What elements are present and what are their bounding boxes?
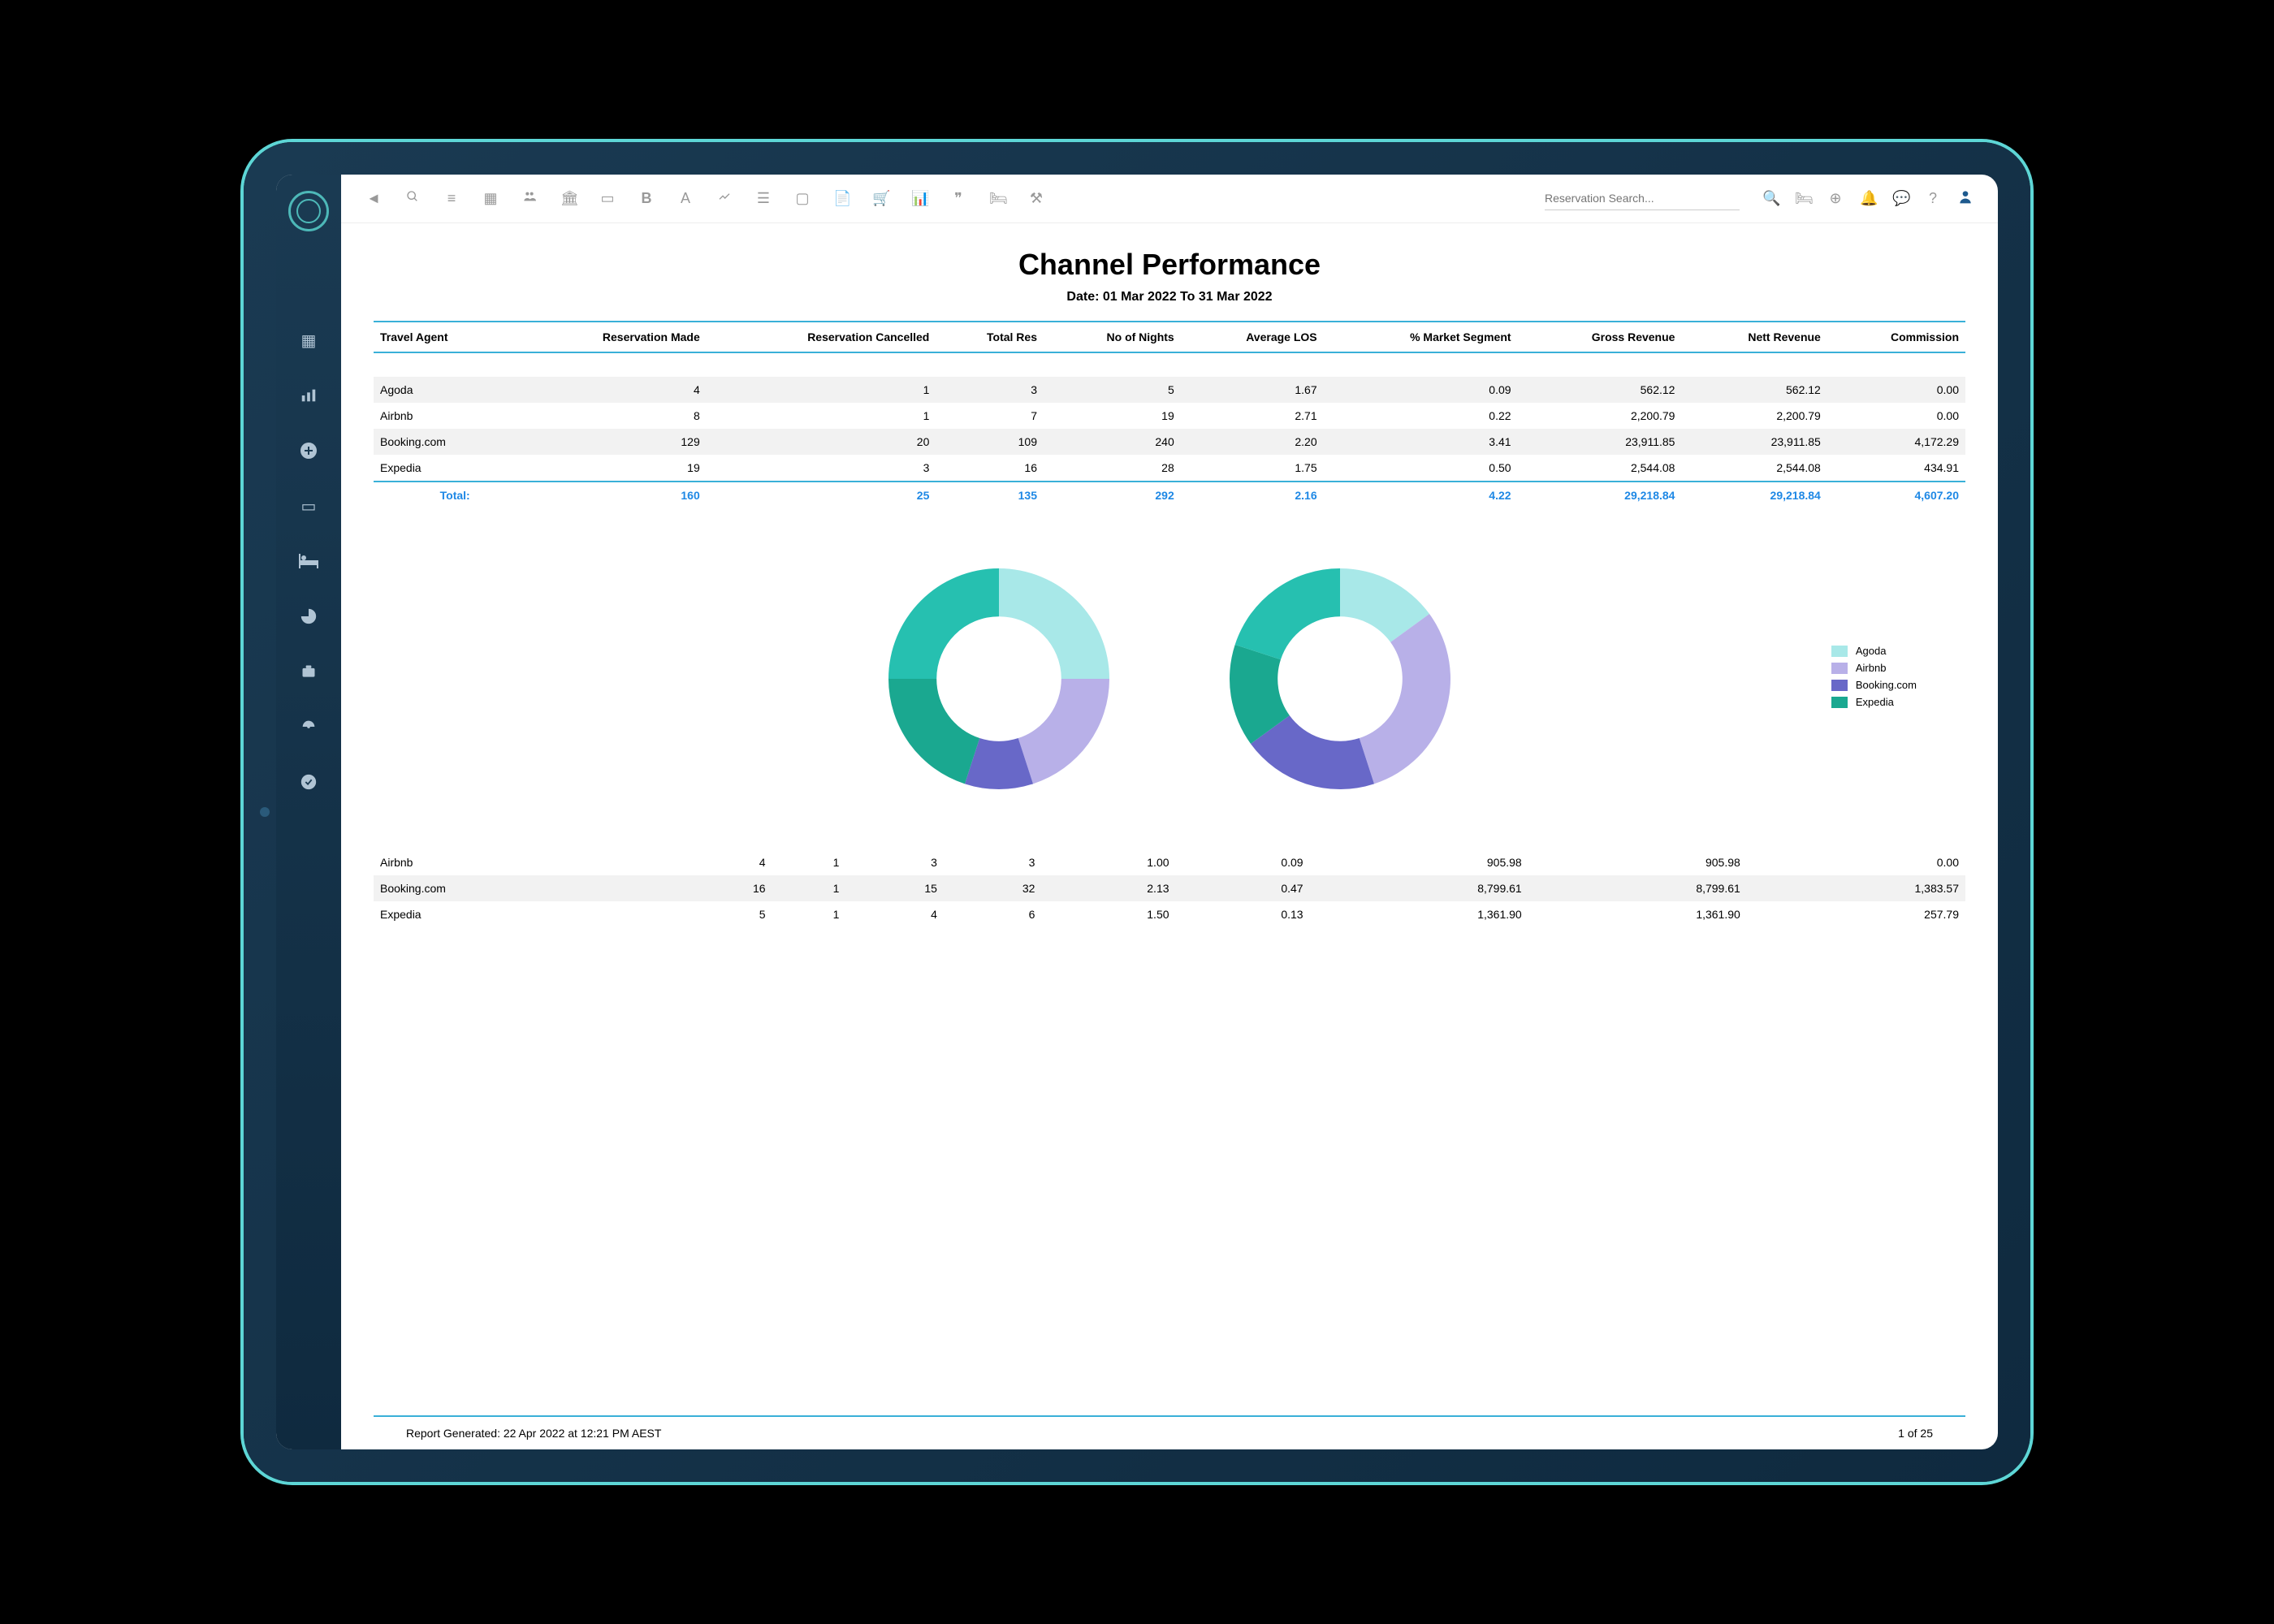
bed-toolbar-icon[interactable]: 🛏 [989, 190, 1005, 207]
th-made: Reservation Made [519, 322, 707, 352]
th-pct: % Market Segment [1324, 322, 1518, 352]
chat-icon[interactable]: 💬 [1892, 190, 1909, 207]
bold-icon[interactable]: B [638, 190, 655, 207]
table-row: Expedia51461.500.131,361.901,361.90257.7… [374, 901, 1965, 927]
people-icon[interactable] [521, 190, 538, 207]
list-icon[interactable]: ≡ [443, 190, 460, 207]
quote-icon[interactable]: ❞ [950, 190, 966, 207]
back-icon[interactable]: ◄ [365, 190, 382, 207]
bell-icon[interactable]: 🔔 [1860, 190, 1876, 207]
image-icon[interactable]: ▢ [794, 190, 811, 207]
table-row: Booking.com16115322.130.478,799.618,799.… [374, 875, 1965, 901]
bed-icon[interactable] [297, 550, 320, 572]
sidebar: ▦ ▭ [276, 175, 341, 1449]
stats-icon[interactable]: 📊 [911, 190, 927, 207]
legend-label: Airbnb [1856, 662, 1887, 674]
legend-label: Expedia [1856, 696, 1894, 708]
legend-item: Booking.com [1831, 679, 1917, 691]
th-nett: Nett Revenue [1681, 322, 1827, 352]
screen: ▦ ▭ ◄ [276, 175, 1998, 1449]
add-icon[interactable] [297, 439, 320, 462]
th-los: Average LOS [1181, 322, 1324, 352]
help-icon[interactable]: ? [1925, 190, 1941, 207]
camera-icon [260, 807, 270, 817]
bed-action-icon[interactable]: 🛏 [1795, 190, 1811, 207]
search-input[interactable] [1545, 187, 1740, 210]
card-icon[interactable]: ▭ [297, 495, 320, 517]
report-date-range: Date: 01 Mar 2022 To 31 Mar 2022 [374, 290, 1965, 304]
user-icon[interactable] [1957, 188, 1974, 209]
pie-icon[interactable] [297, 605, 320, 628]
briefcase-icon[interactable] [297, 660, 320, 683]
tools-icon[interactable]: ⚒ [1028, 190, 1044, 207]
th-nights: No of Nights [1044, 322, 1181, 352]
legend-swatch [1831, 663, 1848, 674]
table-header-row: Travel Agent Reservation Made Reservatio… [374, 322, 1965, 352]
font-icon[interactable]: A [677, 190, 694, 207]
legend-swatch [1831, 697, 1848, 708]
chart-icon[interactable] [297, 384, 320, 407]
total-row: Total:160251352922.164.2229,218.8429,218… [374, 482, 1965, 508]
table-row: Agoda41351.670.09562.12562.120.00 [374, 377, 1965, 403]
donut-slice [888, 568, 999, 679]
table-row: Airbnb817192.710.222,200.792,200.790.00 [374, 403, 1965, 429]
table-row: Expedia19316281.750.502,544.082,544.0843… [374, 455, 1965, 482]
table-icon[interactable]: ▦ [482, 190, 499, 207]
line-chart-icon[interactable] [716, 190, 733, 207]
search-icon[interactable] [404, 190, 421, 207]
th-agent: Travel Agent [374, 322, 519, 352]
search-action-icon[interactable]: 🔍 [1762, 190, 1779, 207]
app-logo-icon[interactable] [288, 191, 329, 231]
donut-slice [1360, 614, 1450, 784]
report-footer: Report Generated: 22 Apr 2022 at 12:21 P… [374, 1415, 1965, 1449]
cart-icon[interactable]: 🛒 [872, 190, 888, 207]
table-row: Airbnb41331.000.09905.98905.980.00 [374, 849, 1965, 875]
secondary-table: Airbnb41331.000.09905.98905.980.00Bookin… [374, 849, 1965, 927]
tablet-frame: ▦ ▭ ◄ [244, 142, 2030, 1482]
legend-label: Agoda [1856, 645, 1887, 657]
donut-slice [1018, 679, 1109, 784]
donut-slice [1235, 568, 1340, 659]
donut-chart-1 [869, 549, 1129, 809]
grid-icon[interactable]: ▦ [297, 329, 320, 352]
check-icon[interactable] [297, 771, 320, 793]
report-title: Channel Performance [374, 248, 1965, 282]
gauge-icon[interactable] [297, 715, 320, 738]
legend-item: Expedia [1831, 696, 1917, 708]
legend-swatch [1831, 646, 1848, 657]
document-icon[interactable]: 📄 [833, 190, 850, 207]
numbered-list-icon[interactable]: ☰ [755, 190, 772, 207]
legend-label: Booking.com [1856, 679, 1917, 691]
legend-swatch [1831, 680, 1848, 691]
main-area: ◄ ≡ ▦ 🏛 ▭ B A ☰ ▢ 📄 🛒 [341, 175, 1998, 1449]
building-icon[interactable]: 🏛 [560, 190, 577, 207]
th-comm: Commission [1827, 322, 1965, 352]
generated-timestamp: Report Generated: 22 Apr 2022 at 12:21 P… [406, 1427, 661, 1440]
legend-item: Agoda [1831, 645, 1917, 657]
toolbar: ◄ ≡ ▦ 🏛 ▭ B A ☰ ▢ 📄 🛒 [341, 175, 1998, 223]
th-gross: Gross Revenue [1518, 322, 1682, 352]
book-icon[interactable]: ▭ [599, 190, 616, 207]
donut-chart-2 [1210, 549, 1470, 809]
table-row: Booking.com129201092402.203.4123,911.852… [374, 429, 1965, 455]
th-cancelled: Reservation Cancelled [707, 322, 936, 352]
legend-item: Airbnb [1831, 662, 1917, 674]
th-total: Total Res [936, 322, 1044, 352]
toolbar-right: 🔍 🛏 ⊕ 🔔 💬 ? [1762, 188, 1974, 209]
report-content: Channel Performance Date: 01 Mar 2022 To… [341, 223, 1998, 1415]
page-indicator: 1 of 25 [1898, 1427, 1933, 1440]
globe-icon[interactable]: ⊕ [1827, 190, 1844, 207]
performance-table: Travel Agent Reservation Made Reservatio… [374, 321, 1965, 508]
donut-slice [999, 568, 1109, 679]
donut-slice [888, 679, 979, 784]
charts-area: Agoda Airbnb Booking.com Expedia [374, 549, 1965, 809]
chart-legend: Agoda Airbnb Booking.com Expedia [1831, 645, 1917, 713]
